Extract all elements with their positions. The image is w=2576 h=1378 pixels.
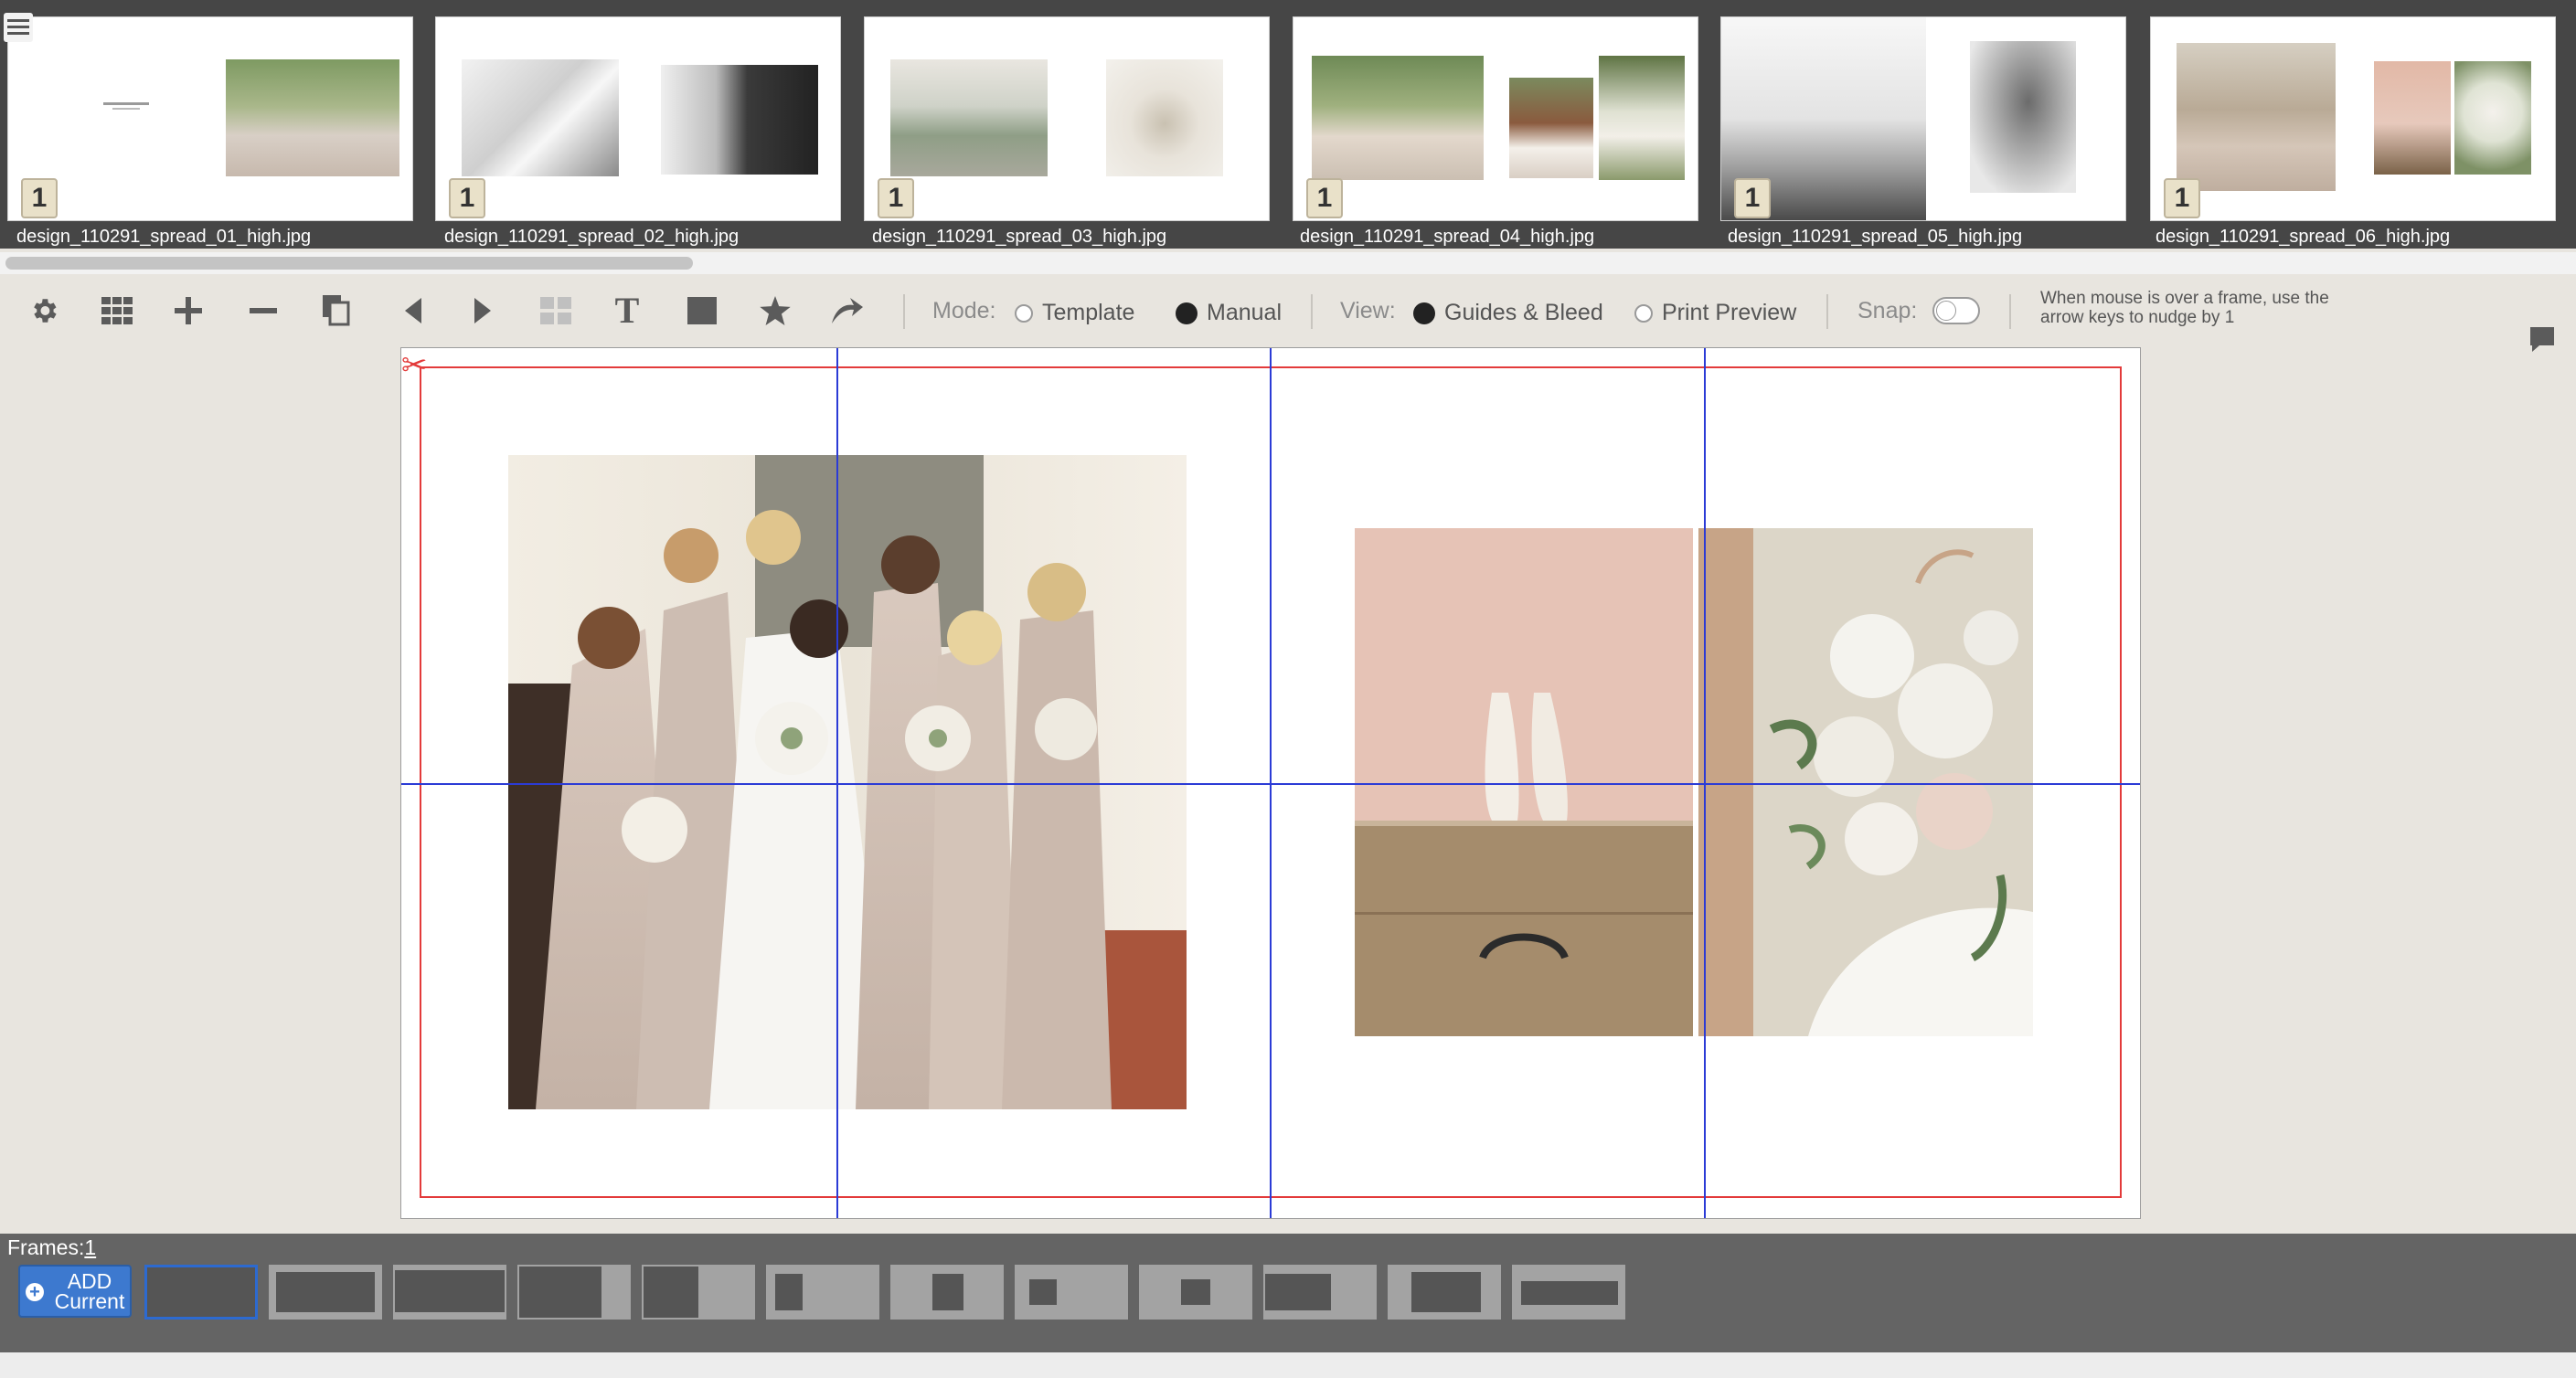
view-label: View:	[1340, 298, 1396, 323]
groom-bowtie-photo	[462, 59, 619, 176]
wedding-rings-photo	[1106, 59, 1223, 176]
frames-label-text: Frames:	[7, 1235, 85, 1259]
spread-thumbnail-label: design_110291_spread_03_high.jpg	[872, 227, 1167, 247]
spread-thumbnail-3[interactable]: 1	[864, 16, 1270, 221]
radio-label: Guides & Bleed	[1444, 300, 1603, 325]
radio-dot	[1015, 303, 1033, 323]
filmstrip-scrollbar-thumb[interactable]	[5, 257, 693, 270]
bridal-shoes-photo	[2374, 61, 2451, 175]
add-current-label: ADD Current	[54, 1269, 125, 1313]
frame-layout-3[interactable]	[393, 1265, 506, 1320]
nudge-hint-text: When mouse is over a frame, use the arro…	[2040, 289, 2329, 327]
horizontal-guide	[401, 783, 2140, 785]
snap-toggle[interactable]	[1932, 297, 1980, 324]
comment-icon[interactable]	[2528, 325, 2556, 357]
toolbar-separator	[2009, 294, 2011, 329]
box-icon[interactable]	[682, 291, 722, 331]
spread-canvas[interactable]: ✂	[400, 347, 2141, 1219]
spread-thumbnail-label: design_110291_spread_06_high.jpg	[2156, 227, 2451, 247]
snap-label: Snap:	[1857, 298, 1918, 323]
frame-layout-6[interactable]	[766, 1265, 879, 1320]
hamburger-menu-icon[interactable]	[4, 13, 33, 42]
star-icon[interactable]	[755, 291, 795, 331]
frames-label: Frames:1	[7, 1235, 96, 1260]
spread-filmstrip: 1 design_110291_spread_01_high.jpg 1 des…	[0, 0, 2576, 249]
view-guides-bleed-radio[interactable]: Guides & Bleed	[1413, 300, 1603, 326]
horse-photo	[1509, 78, 1593, 178]
frame-layout-12[interactable]	[1512, 1265, 1625, 1320]
spread-thumbnail-label: design_110291_spread_04_high.jpg	[1300, 227, 1595, 247]
radio-dot	[1413, 302, 1435, 324]
frame-layout-10[interactable]	[1263, 1265, 1377, 1320]
couple-kiss-photo	[1970, 41, 2076, 193]
groom-portrait-photo	[661, 65, 818, 175]
spread-thumbnail-2[interactable]: 1	[435, 16, 841, 221]
coastal-village-photo	[890, 59, 1048, 176]
editor-toolbar: T Mode: Template Manual View: Guides & B…	[0, 278, 2576, 344]
bouquet-photo	[1599, 56, 1685, 180]
frame-layout-1[interactable]	[144, 1265, 258, 1320]
copy-icon[interactable]	[316, 291, 357, 331]
frame-count-badge: 1	[1734, 178, 1771, 218]
spread-thumbnail-label: design_110291_spread_01_high.jpg	[16, 227, 312, 247]
add-circle-icon: +	[26, 1283, 44, 1301]
toolbar-separator	[1826, 294, 1828, 329]
radio-label: Manual	[1207, 300, 1282, 325]
radio-dot	[1634, 303, 1653, 323]
frame-layout-9[interactable]	[1139, 1265, 1252, 1320]
gear-icon[interactable]	[24, 291, 64, 331]
frames-count[interactable]: 1	[84, 1235, 96, 1259]
frame-count-badge: 1	[449, 178, 485, 218]
minus-icon[interactable]	[243, 291, 283, 331]
spread-thumbnail-label: design_110291_spread_02_high.jpg	[444, 227, 740, 247]
frame-count-badge: 1	[1306, 178, 1343, 218]
toolbar-separator	[903, 294, 905, 329]
frame-layout-11[interactable]	[1388, 1265, 1501, 1320]
mode-manual-radio[interactable]: Manual	[1176, 300, 1282, 326]
bridal-party-photo	[226, 59, 399, 176]
frame-layout-5[interactable]	[642, 1265, 755, 1320]
frame-count-badge: 1	[878, 178, 914, 218]
frame-layout-4[interactable]	[517, 1265, 631, 1320]
spread-thumbnail-label: design_110291_spread_05_high.jpg	[1728, 227, 2023, 247]
prev-arrow-icon[interactable]	[393, 291, 433, 331]
view-print-preview-radio[interactable]: Print Preview	[1634, 300, 1796, 326]
frame-layout-2[interactable]	[269, 1265, 382, 1320]
spread-thumbnail-6[interactable]: 1	[2150, 16, 2556, 221]
radio-label: Print Preview	[1662, 300, 1797, 325]
next-arrow-icon[interactable]	[463, 291, 503, 331]
bridesmaids-garden-photo	[1312, 56, 1484, 180]
radio-dot	[1176, 302, 1198, 324]
frame-count-badge: 1	[21, 178, 58, 218]
mode-label: Mode:	[932, 298, 996, 323]
mode-template-radio[interactable]: Template	[1015, 300, 1134, 326]
undo-icon[interactable]	[826, 291, 867, 331]
frame-layout-8[interactable]	[1015, 1265, 1128, 1320]
spread-thumbnail-5[interactable]: 1	[1720, 16, 2126, 221]
scissors-icon: ✂	[401, 348, 428, 383]
bouquet-photo	[2454, 61, 2531, 175]
text-icon[interactable]: T	[607, 291, 647, 331]
status-strip	[0, 1352, 2576, 1378]
layout-icon[interactable]	[536, 291, 576, 331]
grid-icon[interactable]	[97, 291, 137, 331]
couple-monogram-logo	[98, 100, 154, 112]
toolbar-separator	[1311, 294, 1313, 329]
spread-thumbnail-4[interactable]: 1	[1293, 16, 1698, 221]
spread-thumbnail-1[interactable]: 1	[7, 16, 413, 221]
add-current-button[interactable]: + ADD Current	[18, 1265, 132, 1318]
frame-count-badge: 1	[2164, 178, 2200, 218]
frame-layout-7[interactable]	[890, 1265, 1004, 1320]
bridal-party-photo	[2177, 43, 2336, 191]
radio-label: Template	[1042, 300, 1135, 325]
plus-icon[interactable]	[168, 291, 208, 331]
